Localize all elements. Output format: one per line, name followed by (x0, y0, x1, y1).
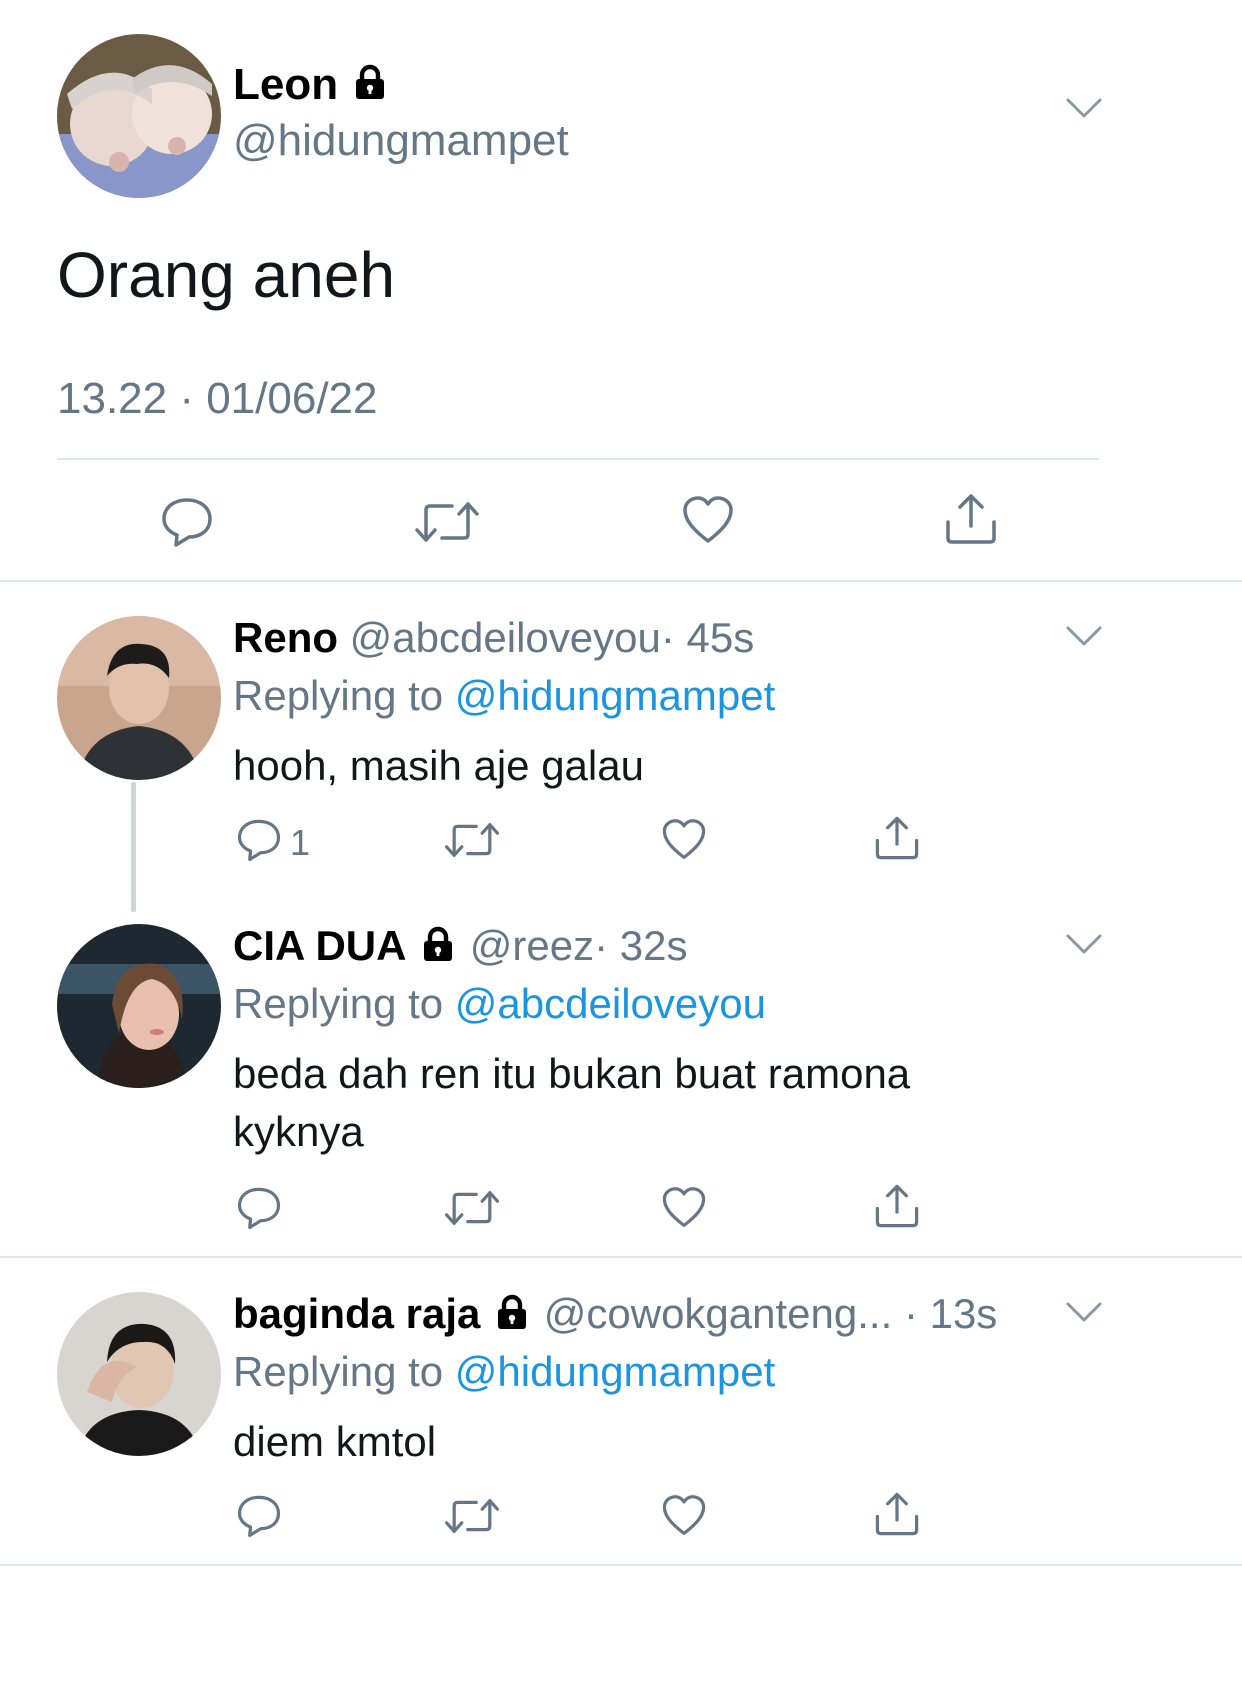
like-icon[interactable] (661, 818, 707, 861)
section-divider (0, 580, 1242, 582)
replying-to-line: Replying to @hidungmampet (233, 1348, 775, 1396)
share-icon[interactable] (874, 1183, 920, 1229)
lock-icon (492, 1292, 532, 1342)
replying-to-link[interactable]: @hidungmampet (455, 1348, 775, 1395)
reply-icon[interactable] (236, 1186, 282, 1230)
avatar-leon[interactable] (57, 34, 221, 198)
chevron-down-icon[interactable] (1064, 1300, 1104, 1329)
reply-header-cia-dua: CIA DUA @reez· 32s (233, 922, 688, 974)
lock-icon (418, 924, 458, 974)
reply-display-name[interactable]: Reno (233, 614, 338, 661)
like-icon[interactable] (681, 495, 735, 545)
avatar-reno[interactable] (57, 616, 221, 780)
reply-text: diem kmtol (233, 1418, 437, 1465)
chevron-down-icon[interactable] (1064, 932, 1104, 961)
retweet-icon[interactable] (414, 500, 480, 544)
reply-handle[interactable]: @cowokganteng... (544, 1290, 893, 1337)
chevron-down-icon[interactable] (1064, 96, 1104, 125)
lock-icon (350, 62, 390, 113)
main-tweet-text: Orang aneh (57, 239, 396, 311)
main-timestamp[interactable]: 13.22 · 01/06/22 (57, 374, 377, 424)
replying-prefix: Replying to (233, 980, 444, 1027)
like-icon[interactable] (661, 1494, 707, 1537)
reply-divider (0, 1256, 1242, 1258)
bottom-divider (0, 1564, 1242, 1566)
share-icon[interactable] (874, 815, 920, 861)
replying-to-link[interactable]: @hidungmampet (455, 672, 775, 719)
main-display-name-text[interactable]: Leon (233, 60, 338, 109)
reply-handle[interactable]: @abcdeiloveyou (350, 614, 661, 661)
avatar-baginda-raja[interactable] (57, 1292, 221, 1456)
main-handle[interactable]: @hidungmampet (233, 116, 569, 166)
replying-to-line: Replying to @abcdeiloveyou (233, 980, 766, 1028)
reply-icon[interactable] (236, 1494, 282, 1538)
retweet-icon[interactable] (444, 821, 500, 859)
reply-icon[interactable] (160, 496, 214, 548)
reply-time: · 13s (903, 1290, 998, 1337)
reply-header-baginda-raja: baginda raja @cowokganteng... · 13s (233, 1290, 997, 1342)
retweet-icon[interactable] (444, 1497, 500, 1535)
replying-to-link[interactable]: @abcdeiloveyou (455, 980, 766, 1027)
main-divider (57, 458, 1099, 460)
reply-time: · 45s (660, 614, 755, 661)
chevron-down-icon[interactable] (1064, 624, 1104, 653)
reply-display-name[interactable]: CIA DUA (233, 922, 406, 969)
retweet-icon[interactable] (444, 1189, 500, 1227)
share-icon[interactable] (944, 492, 998, 546)
reply-header-reno: Reno @abcdeiloveyou· 45s (233, 614, 754, 662)
replying-prefix: Replying to (233, 672, 444, 719)
reply-time: · 32s (594, 922, 688, 969)
thread-line (131, 782, 136, 912)
reply-text: hooh, masih aje galau (233, 742, 644, 789)
reply-icon[interactable] (236, 818, 282, 862)
replying-prefix: Replying to (233, 1348, 444, 1395)
reply-handle[interactable]: @reez (470, 922, 594, 969)
reply-text-line-2: kyknya (233, 1108, 364, 1155)
replying-to-line: Replying to @hidungmampet (233, 672, 775, 720)
reply-text-line-1: beda dah ren itu bukan buat ramona (233, 1050, 911, 1097)
reply-display-name[interactable]: baginda raja (233, 1290, 480, 1337)
main-display-name[interactable]: Leon (233, 60, 390, 113)
share-icon[interactable] (874, 1491, 920, 1537)
like-icon[interactable] (661, 1186, 707, 1229)
avatar-cia-dua[interactable] (57, 924, 221, 1088)
reply-count: 1 (290, 822, 311, 863)
